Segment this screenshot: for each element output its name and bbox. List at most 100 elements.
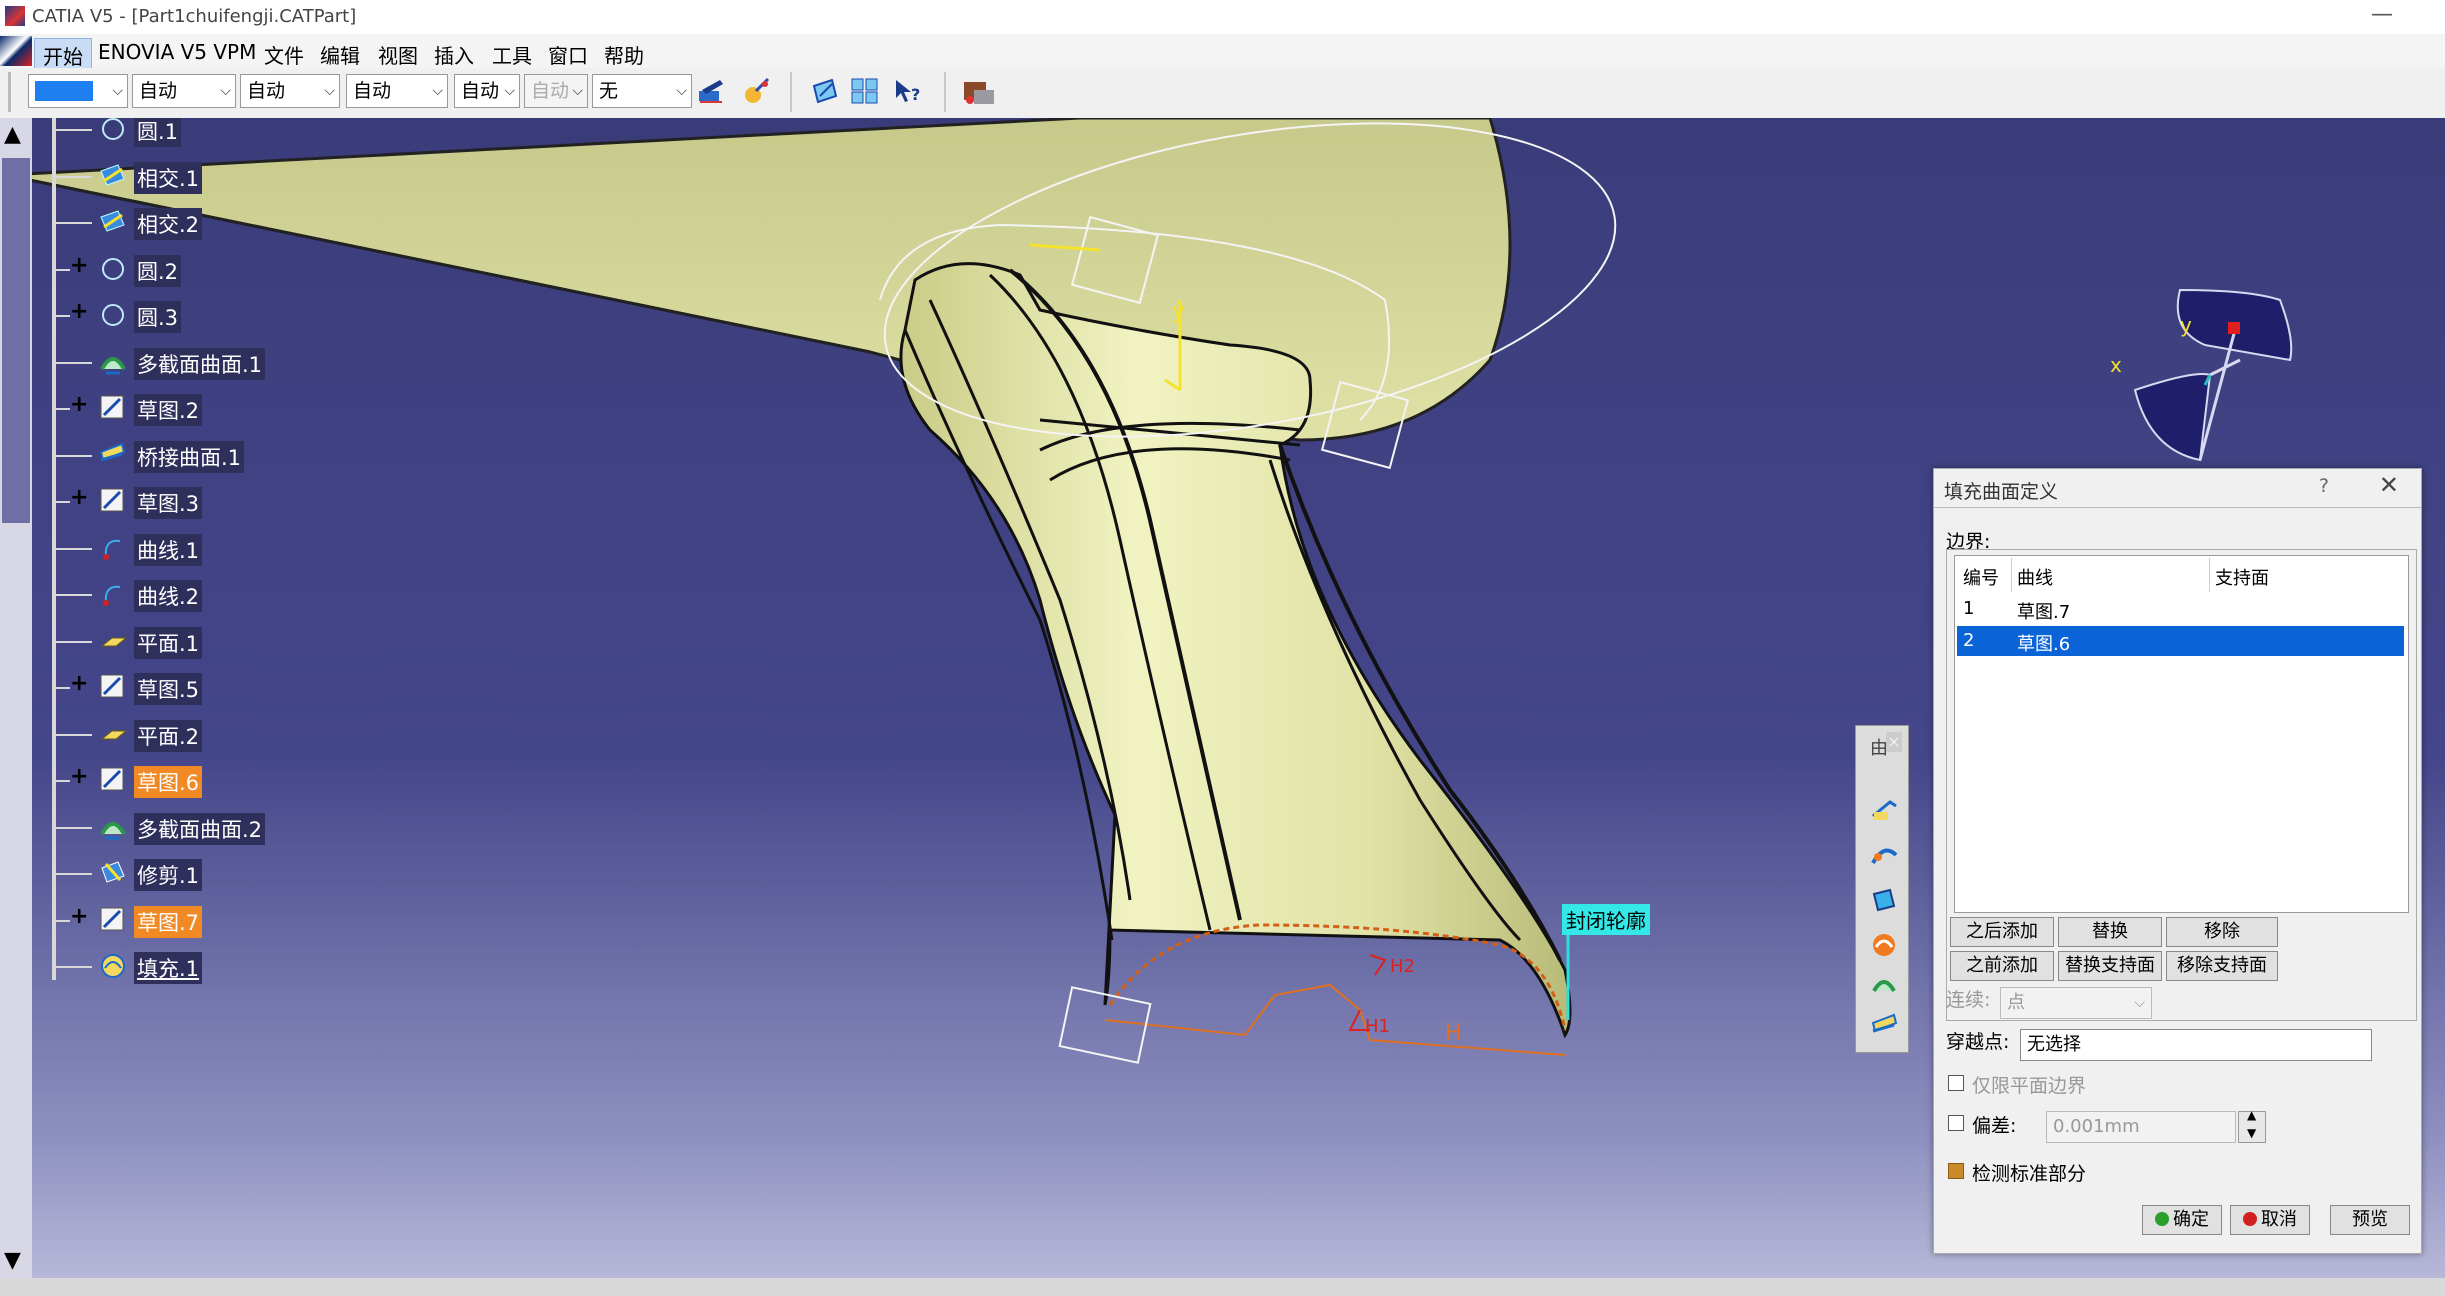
multisection-surface-tool-icon[interactable] [1870, 971, 1898, 999]
scroll-up-icon[interactable]: ▲ [4, 122, 21, 147]
tree-expand-icon[interactable]: + [70, 487, 88, 509]
spinner-up-icon[interactable]: ▲ [2247, 1108, 2256, 1122]
blend-surface-icon [99, 442, 126, 461]
color-combo[interactable]: ⌵ [28, 74, 128, 108]
menu-tools[interactable]: 工具 [484, 38, 540, 71]
scrollbar-thumb[interactable] [2, 158, 30, 523]
toolbar-grip[interactable] [8, 72, 11, 112]
extrude-surface-icon[interactable] [1870, 796, 1898, 824]
deviation-checkbox[interactable] [1948, 1115, 1964, 1131]
ok-button[interactable]: 确定 [2142, 1205, 2222, 1235]
canonical-checkbox[interactable] [1948, 1163, 1964, 1179]
tree-connector [54, 175, 92, 178]
row-number: 1 [1963, 598, 1975, 619]
dim-label-h2: H2 [1390, 956, 1415, 977]
add-before-button[interactable]: 之前添加 [1950, 951, 2054, 981]
palette-close-button[interactable]: × [1886, 732, 1902, 752]
fill-surface-dialog: 填充曲面定义 ? ✕ 边界: 编号 曲线 支持面 1 草图.7 2 草图.6 之… [1933, 468, 2422, 1254]
tree-expand-icon[interactable]: + [70, 673, 88, 695]
deviation-field[interactable]: 0.001mm [2046, 1111, 2236, 1143]
tree-item-label: 相交.2 [134, 208, 203, 240]
whats-this-icon[interactable]: ? [892, 76, 922, 106]
menu-view[interactable]: 视图 [370, 38, 426, 71]
row-curve: 草图.6 [2017, 634, 2071, 655]
tree-expand-icon[interactable]: + [70, 766, 88, 788]
tree-expand-icon[interactable]: + [70, 905, 88, 927]
tree-connector [54, 454, 92, 457]
preview-button[interactable]: 预览 [2330, 1205, 2410, 1235]
boundary-table[interactable]: 编号 曲线 支持面 1 草图.7 2 草图.6 [1954, 555, 2409, 913]
tree-scrollbar[interactable]: ▲ ▼ [0, 118, 32, 1278]
transparency-value: 自动 [139, 80, 178, 102]
tree-expand-icon[interactable]: + [70, 301, 88, 323]
table-row[interactable]: 1 草图.7 [1957, 594, 2404, 624]
help-button[interactable]: ? [2319, 475, 2329, 497]
table-row-selected[interactable]: 2 草图.6 [1957, 626, 2404, 656]
layer-render-value: 自动 [531, 80, 570, 102]
layer-render-combo[interactable]: 自动 ⌵ [524, 74, 588, 108]
surface-tools-palette[interactable]: 由 × [1855, 725, 1909, 1053]
spinner-down-icon[interactable]: ▼ [2247, 1126, 2256, 1140]
menu-enovia[interactable]: ENOVIA V5 VPM [90, 38, 264, 66]
planar-only-checkbox[interactable] [1948, 1075, 1964, 1091]
grid-snap-icon[interactable] [850, 76, 880, 106]
offset-surface-icon[interactable] [1870, 886, 1898, 914]
continuity-select[interactable]: 点 ⌵ [2000, 987, 2152, 1019]
chevron-down-icon: ⌵ [220, 83, 231, 99]
deviation-label: 偏差: [1972, 1115, 2017, 1137]
graphic-properties-toolbar: ⌵ 自动 ⌵ 自动 ⌵ 自动 ⌵ 自动 ⌵ 自动 ⌵ 无 ⌵ ? [0, 68, 2445, 120]
remove-button[interactable]: 移除 [2166, 917, 2278, 947]
linewidth-combo[interactable]: 自动 ⌵ [240, 74, 340, 108]
column-number[interactable]: 编号 [1963, 564, 1999, 590]
transparency-combo[interactable]: 自动 ⌵ [132, 74, 236, 108]
tree-item-label: 曲线.1 [134, 533, 203, 566]
deviation-spinner[interactable]: ▲ ▼ [2238, 1108, 2266, 1143]
fill-surface-icon[interactable] [1870, 931, 1898, 959]
cancel-label: 取消 [2261, 1209, 2297, 1230]
column-curve[interactable]: 曲线 [2017, 564, 2053, 590]
sketch-plane-icon[interactable] [810, 76, 840, 106]
layer-combo[interactable]: 无 ⌵ [592, 74, 692, 108]
chevron-down-icon: ⌵ [2134, 995, 2145, 1011]
multisection-surface-icon [100, 356, 126, 374]
add-after-button[interactable]: 之后添加 [1950, 917, 2054, 947]
knowledge-tools-icon[interactable] [960, 76, 998, 106]
dialog-close-button[interactable]: ✕ [2379, 471, 2399, 499]
linetype-combo[interactable]: 自动 ⌵ [346, 74, 448, 108]
blend-surface-tool-icon[interactable] [1870, 1011, 1898, 1039]
minimize-button[interactable]: — [2371, 2, 2393, 27]
properties-brush-icon[interactable] [742, 76, 772, 106]
cancel-icon [2243, 1212, 2257, 1226]
curve-icon [103, 539, 121, 560]
chevron-down-icon: ⌵ [572, 75, 583, 107]
menu-edit[interactable]: 编辑 [312, 38, 368, 71]
trim-icon [101, 861, 125, 883]
column-support[interactable]: 支持面 [2215, 564, 2269, 590]
replace-support-button[interactable]: 替换支持面 [2058, 951, 2162, 981]
window-title: CATIA V5 - [Part1chuifengji.CATPart] [32, 6, 357, 27]
catia-logo-icon[interactable] [0, 36, 32, 66]
sweep-surface-icon[interactable] [1870, 841, 1898, 869]
passing-point-field[interactable]: 无选择 [2020, 1029, 2372, 1061]
point-symbol-value: 自动 [461, 80, 500, 102]
chevron-down-icon: ⌵ [432, 83, 443, 99]
menu-window[interactable]: 窗口 [540, 38, 596, 71]
cancel-button[interactable]: 取消 [2230, 1205, 2310, 1235]
specification-tree: 圆.1 相交.1 相交.2 + 圆.2 + 圆.3 多截面曲面.1 + 草图.2 桥接曲面.1 + 草图… [32, 118, 452, 984]
point-symbol-combo[interactable]: 自动 ⌵ [454, 74, 520, 108]
replace-button[interactable]: 替换 [2058, 917, 2162, 947]
menu-file[interactable]: 文件 [256, 38, 312, 71]
painter-icon[interactable] [696, 76, 726, 106]
intersect-icon [100, 210, 125, 232]
tree-expand-icon[interactable]: + [70, 394, 88, 416]
chevron-down-icon: ⌵ [504, 75, 515, 107]
intersect-icon [100, 163, 125, 186]
toolbar-separator [944, 72, 946, 112]
scroll-down-icon[interactable]: ▼ [4, 1248, 21, 1273]
tree-expand-icon[interactable]: + [70, 254, 88, 276]
svg-text:?: ? [911, 85, 920, 104]
title-divider [1934, 507, 2421, 508]
remove-support-button[interactable]: 移除支持面 [2166, 951, 2278, 981]
menu-insert[interactable]: 插入 [426, 38, 482, 71]
menu-help[interactable]: 帮助 [596, 38, 652, 71]
